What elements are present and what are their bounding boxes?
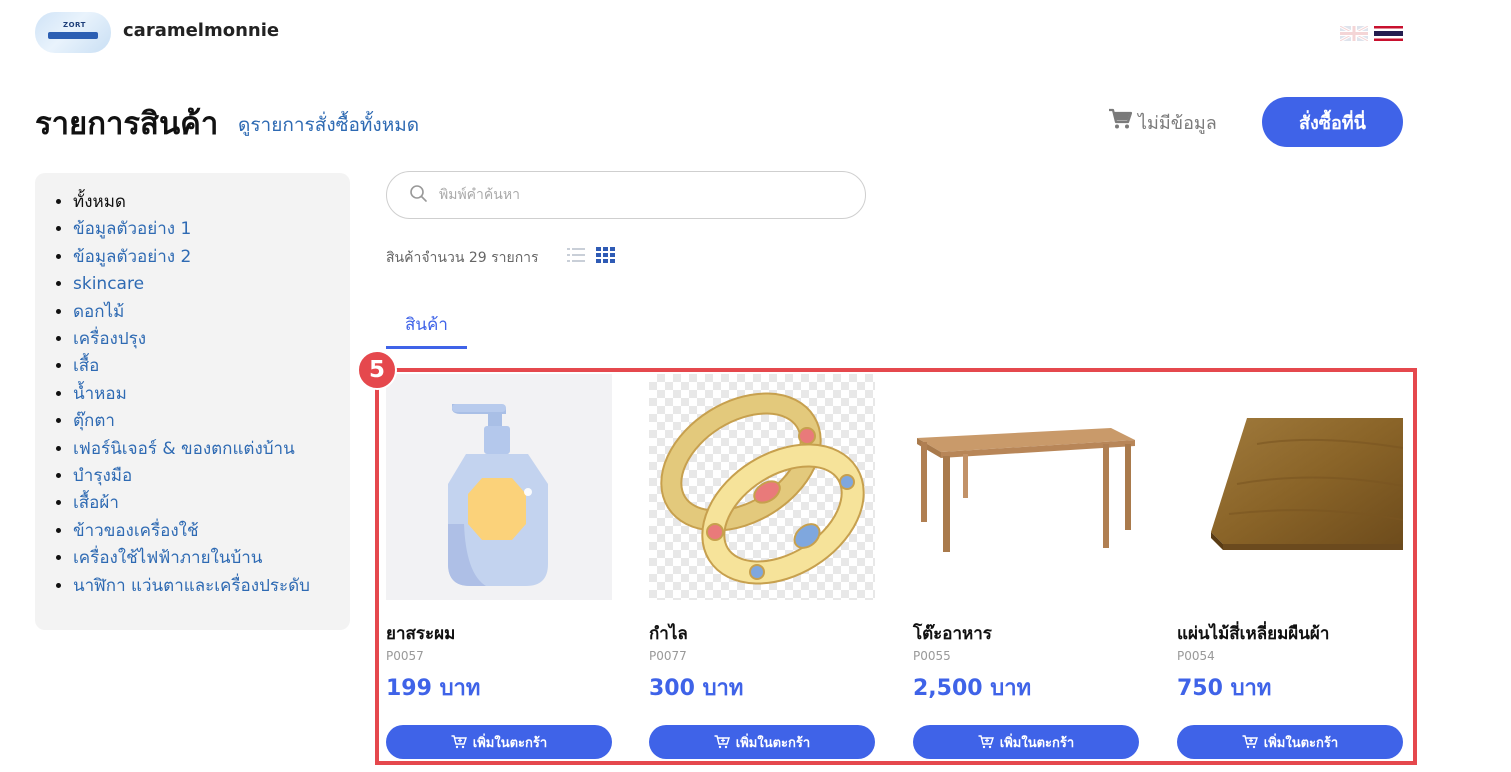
highlight-box xyxy=(375,368,1417,765)
list-view-icon[interactable] xyxy=(566,246,586,264)
page-title: รายการสินค้า xyxy=(35,106,219,142)
category-item[interactable]: ตุ๊กตา xyxy=(73,408,350,435)
tab-products-label: สินค้า xyxy=(405,315,448,335)
grid-view-icon[interactable] xyxy=(596,246,616,264)
category-item[interactable]: เครื่องปรุง xyxy=(73,326,350,353)
category-list: ทั้งหมด ข้อมูลตัวอย่าง 1 ข้อมูลตัวอย่าง … xyxy=(35,173,350,600)
cart-icon[interactable] xyxy=(1108,108,1132,130)
category-item[interactable]: บำรุงมือ xyxy=(73,463,350,490)
step-badge: 5 xyxy=(357,350,397,390)
search-input[interactable] xyxy=(437,181,841,209)
tab-products[interactable]: สินค้า xyxy=(386,311,467,349)
category-item[interactable]: เฟอร์นิเจอร์ & ของตกแต่งบ้าน xyxy=(73,436,350,463)
category-item[interactable]: เครื่องใช้ไฟฟ้าภายในบ้าน xyxy=(73,545,350,572)
search-icon xyxy=(410,185,427,202)
uk-flag-icon[interactable] xyxy=(1340,26,1368,41)
category-item[interactable]: น้ำหอม xyxy=(73,381,350,408)
view-all-orders-link[interactable]: ดูรายการสั่งซื้อทั้งหมด xyxy=(238,110,419,140)
category-item[interactable]: ข้อมูลตัวอย่าง 2 xyxy=(73,244,350,271)
shop-name[interactable]: caramelmonnie xyxy=(123,20,279,41)
category-item[interactable]: นาฬิกา แว่นตาและเครื่องประดับ xyxy=(73,573,350,600)
category-item[interactable]: เสื้อผ้า xyxy=(73,490,350,517)
logo-text: ZORT xyxy=(63,21,86,29)
product-count: สินค้าจำนวน 29 รายการ xyxy=(386,250,539,266)
category-item[interactable]: เสื้อ xyxy=(73,353,350,380)
category-item[interactable]: ข้าวของเครื่องใช้ xyxy=(73,518,350,545)
category-item[interactable]: skincare xyxy=(73,271,350,298)
cart-status[interactable]: ไม่มีข้อมูล xyxy=(1138,108,1217,137)
thai-flag-icon[interactable] xyxy=(1374,26,1403,41)
category-all[interactable]: ทั้งหมด xyxy=(73,189,350,216)
category-item[interactable]: ดอกไม้ xyxy=(73,299,350,326)
order-here-button[interactable]: สั่งซื้อที่นี่ xyxy=(1262,97,1403,147)
category-sidebar: ทั้งหมด ข้อมูลตัวอย่าง 1 ข้อมูลตัวอย่าง … xyxy=(35,173,350,630)
shop-logo[interactable]: ZORT xyxy=(35,12,111,53)
search-box xyxy=(386,171,866,219)
category-item[interactable]: ข้อมูลตัวอย่าง 1 xyxy=(73,216,350,243)
